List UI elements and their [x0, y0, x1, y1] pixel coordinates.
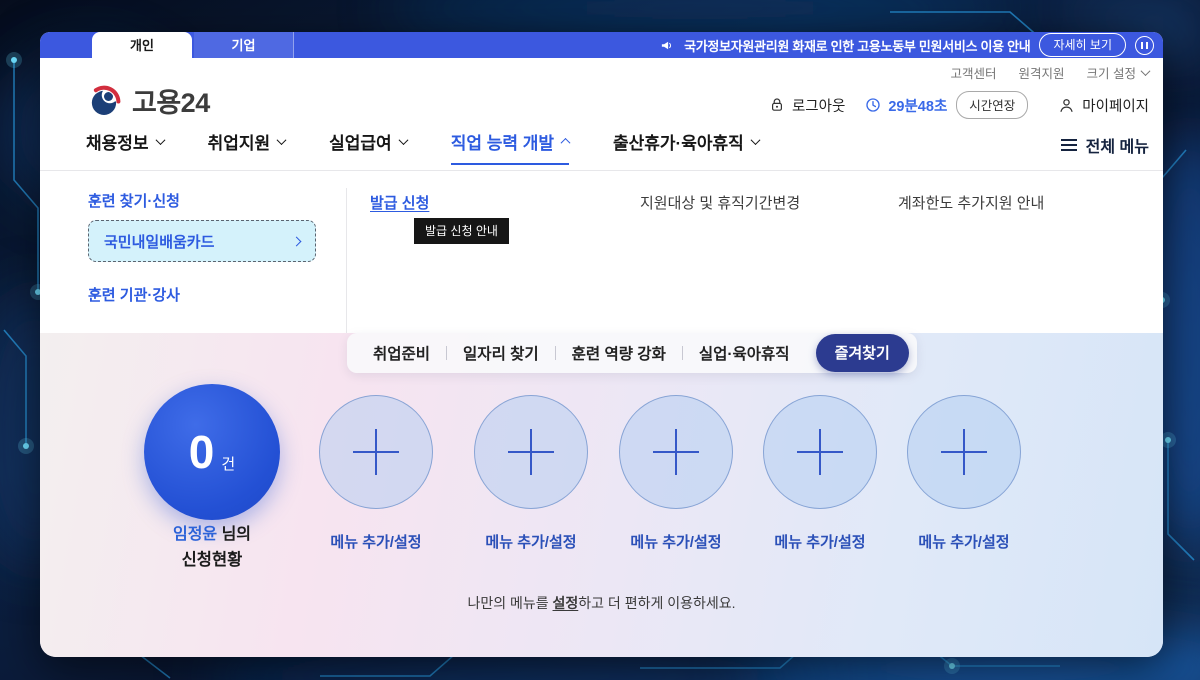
- application-status-label: 임정윤 님의 신청현황: [124, 523, 300, 573]
- add-menu-label-1[interactable]: 메뉴 추가/설정: [319, 531, 433, 552]
- chevron-down-icon: [750, 135, 760, 145]
- dropdown-item-find-training[interactable]: 훈련 찾기·신청: [88, 190, 180, 211]
- notice-text: 국가정보자원관리원 화재로 인한 고용노동부 민원서비스 이용 안내: [684, 36, 1030, 55]
- dropdown-item-training-institution[interactable]: 훈련 기관·강사: [88, 284, 180, 305]
- dropdown-link-issue-application[interactable]: 발급 신청: [370, 192, 429, 213]
- header-divider: [40, 170, 1163, 171]
- plus-icon: [941, 429, 987, 475]
- quick-menu-hint: 나만의 메뉴를 설정하고 더 편하게 이용하세요.: [40, 593, 1163, 613]
- chevron-right-icon: [292, 236, 302, 246]
- logo-text: 고용24: [132, 81, 210, 120]
- add-menu-label-4[interactable]: 메뉴 추가/설정: [763, 531, 877, 552]
- plus-icon: [508, 429, 554, 475]
- quick-tab-unemployment-childcare[interactable]: 실업·육아휴직: [683, 342, 806, 364]
- add-menu-circle-2[interactable]: [474, 395, 588, 509]
- customer-center-link[interactable]: 고객센터: [950, 63, 996, 82]
- site-logo[interactable]: 고용24: [86, 81, 210, 120]
- account-bar: 로그아웃 29분48초 시간연장 마이페이지: [769, 92, 1149, 118]
- session-timer: 29분48초: [865, 95, 947, 116]
- quick-tab-job-prep[interactable]: 취업준비: [357, 342, 446, 364]
- chevron-down-icon: [398, 135, 408, 145]
- clock-icon: [865, 97, 881, 113]
- application-count: 0: [189, 429, 215, 475]
- add-menu-label-3[interactable]: 메뉴 추가/설정: [619, 531, 733, 552]
- extend-time-button[interactable]: 시간연장: [956, 91, 1028, 119]
- user-icon: [1058, 97, 1075, 114]
- issue-application-tooltip: 발급 신청 안내: [414, 218, 509, 244]
- chevron-down-icon: [155, 135, 165, 145]
- add-menu-circle-5[interactable]: [907, 395, 1021, 509]
- dropdown-link-account-limit[interactable]: 계좌한도 추가지원 안내: [898, 192, 1044, 213]
- dropdown-link-support-target[interactable]: 지원대상 및 휴직기간변경: [640, 192, 800, 213]
- hamburger-icon: [1061, 139, 1077, 151]
- nav-item-vocational-training[interactable]: 직업 능력 개발: [451, 129, 569, 165]
- plus-icon: [797, 429, 843, 475]
- add-menu-circle-4[interactable]: [763, 395, 877, 509]
- pause-icon[interactable]: [1135, 36, 1154, 55]
- plus-icon: [353, 429, 399, 475]
- application-count-unit: 건: [221, 453, 235, 474]
- dropdown-divider: [346, 188, 347, 336]
- add-menu-circle-1[interactable]: [319, 395, 433, 509]
- tab-personal[interactable]: 개인: [92, 32, 192, 58]
- add-menu-label-5[interactable]: 메뉴 추가/설정: [907, 531, 1021, 552]
- nav-item-recruit[interactable]: 채용정보: [86, 129, 164, 165]
- dropdown-item-tomorrow-learning-card[interactable]: 국민내일배움카드: [88, 220, 316, 262]
- quick-tab-training[interactable]: 훈련 역량 강화: [556, 342, 682, 364]
- chevron-up-icon: [561, 138, 571, 148]
- nav-item-employment-support[interactable]: 취업지원: [208, 129, 286, 165]
- top-bar: 개인 기업 국가정보자원관리원 화재로 인한 고용노동부 민원서비스 이용 안내…: [40, 32, 1163, 58]
- all-menu-button[interactable]: 전체 메뉴: [1061, 133, 1149, 157]
- application-status-circle[interactable]: 0 건: [144, 384, 280, 520]
- main-nav: 채용정보 취업지원 실업급여 직업 능력 개발 출산휴가·육아휴직: [86, 129, 759, 165]
- add-menu-label-2[interactable]: 메뉴 추가/설정: [474, 531, 588, 552]
- chevron-down-icon: [1141, 66, 1151, 76]
- notice-banner: 국가정보자원관리원 화재로 인한 고용노동부 민원서비스 이용 안내 자세히 보…: [660, 32, 1154, 58]
- quick-tab-favorites[interactable]: 즐겨찾기: [816, 334, 909, 372]
- utility-links: 고객센터 원격지원 크기 설정: [950, 63, 1149, 82]
- plus-icon: [653, 429, 699, 475]
- gov-emblem-icon: [86, 83, 122, 119]
- remote-support-link[interactable]: 원격지원: [1019, 63, 1065, 82]
- size-setting-link[interactable]: 크기 설정: [1087, 63, 1149, 82]
- nav-item-maternity-leave[interactable]: 출산휴가·육아휴직: [613, 129, 759, 165]
- logout-button[interactable]: 로그아웃: [769, 95, 845, 116]
- nav-item-unemployment-benefit[interactable]: 실업급여: [329, 129, 407, 165]
- add-menu-circle-3[interactable]: [619, 395, 733, 509]
- main-window: 개인 기업 국가정보자원관리원 화재로 인한 고용노동부 민원서비스 이용 안내…: [40, 32, 1163, 657]
- notice-detail-button[interactable]: 자세히 보기: [1039, 33, 1126, 57]
- chevron-down-icon: [277, 135, 287, 145]
- lock-icon: [769, 97, 785, 113]
- tab-business[interactable]: 기업: [194, 32, 294, 58]
- quick-tab-job-search[interactable]: 일자리 찾기: [447, 342, 555, 364]
- quick-menu-section: 취업준비 일자리 찾기 훈련 역량 강화 실업·육아휴직 즐겨찾기 0 건 임정…: [40, 333, 1163, 657]
- mypage-link[interactable]: 마이페이지: [1058, 95, 1149, 116]
- quick-tab-bar: 취업준비 일자리 찾기 훈련 역량 강화 실업·육아휴직 즐겨찾기: [347, 333, 917, 373]
- megaphone-icon: [660, 38, 675, 53]
